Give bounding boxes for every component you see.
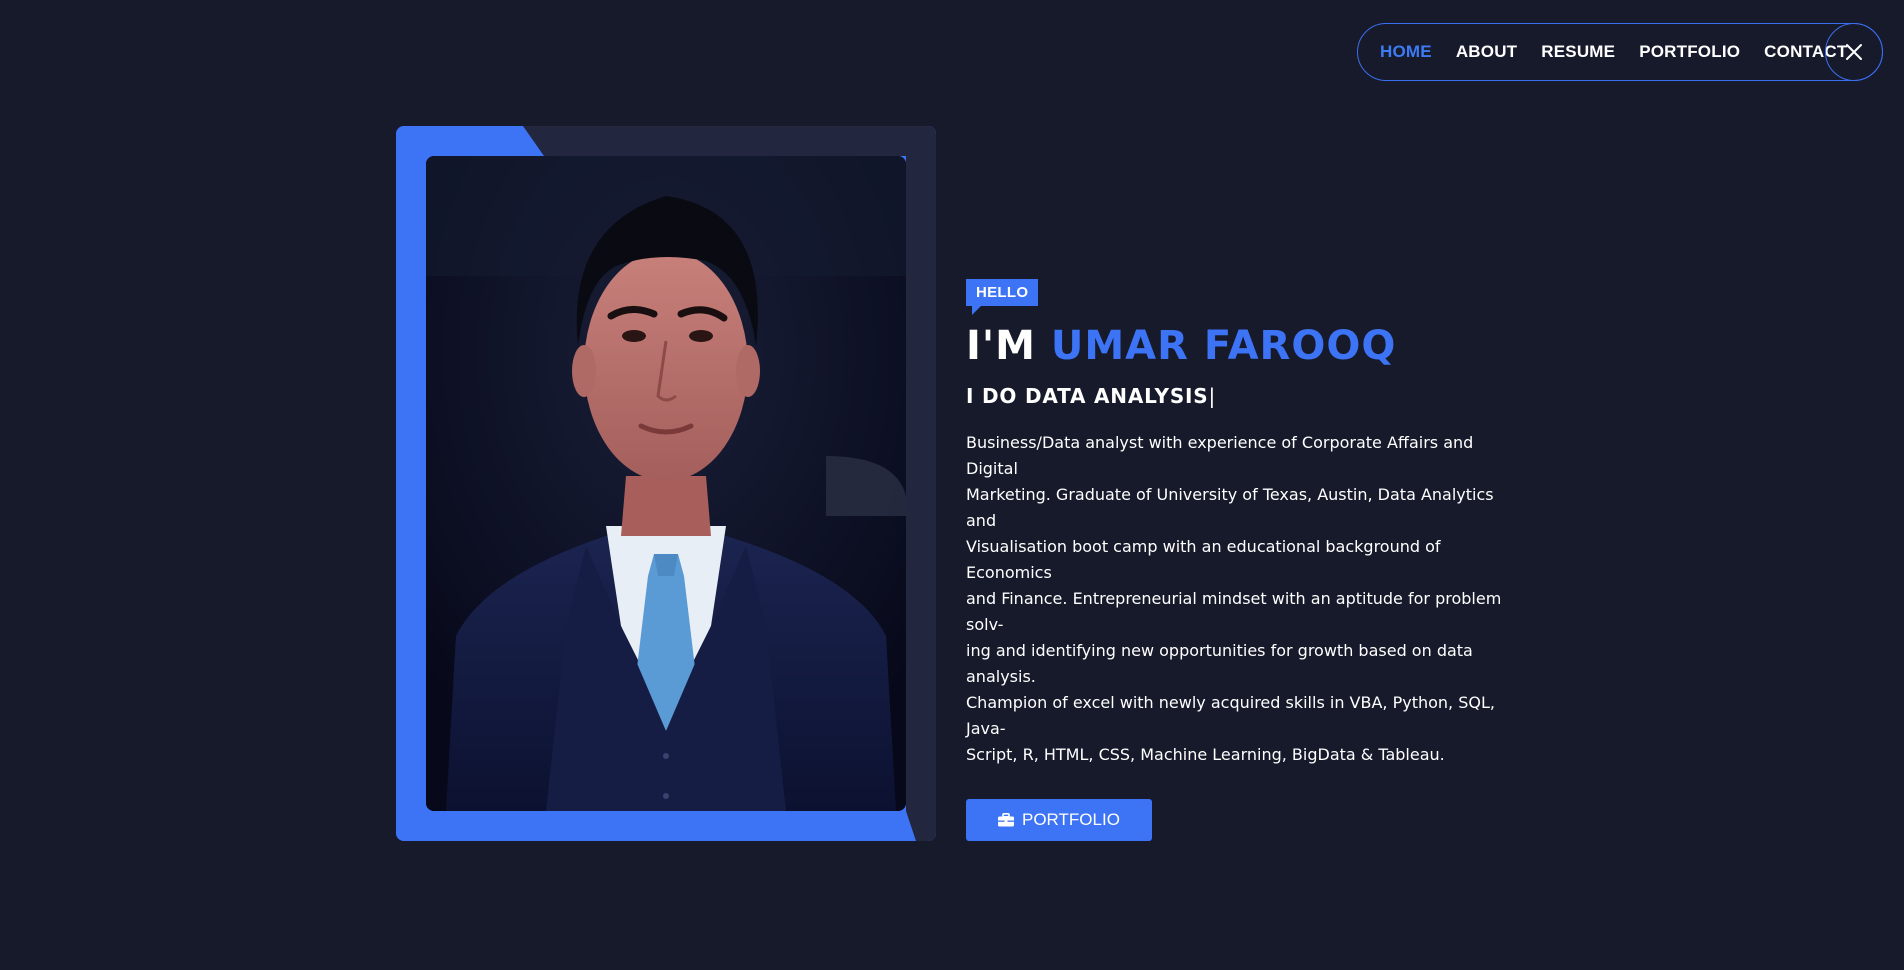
typing-caret: |	[1208, 384, 1217, 408]
bio-line: Champion of excel with newly acquired sk…	[966, 693, 1495, 738]
bio-line: and Finance. Entrepreneurial mindset wit…	[966, 589, 1502, 634]
close-icon	[1846, 43, 1862, 60]
portfolio-button-label: PORTFOLIO	[1022, 810, 1120, 829]
nav-item-resume[interactable]: RESUME	[1541, 42, 1615, 62]
hello-badge: HELLO	[966, 279, 1039, 315]
headline-prefix: I'M	[966, 323, 1051, 369]
bio-paragraph: Business/Data analyst with experience of…	[966, 430, 1511, 768]
nav-item-about[interactable]: ABOUT	[1456, 42, 1517, 62]
profile-photo-card	[396, 126, 936, 841]
bio-line: Visualisation boot camp with an educatio…	[966, 537, 1441, 582]
typed-text: I DO DATA ANALYSIS	[966, 384, 1209, 408]
bio-line: ing and identifying new opportunities fo…	[966, 641, 1473, 686]
bio-line: Business/Data analyst with experience of…	[966, 433, 1474, 478]
nav-menu: HOME ABOUT RESUME PORTFOLIO CONTACT	[1358, 24, 1871, 80]
nav-close-button[interactable]	[1825, 22, 1883, 81]
profile-photo	[426, 156, 906, 811]
nav-item-home[interactable]: HOME	[1380, 42, 1432, 62]
intro-section: HELLO I'M UMAR FAROOQ I DO DATA ANALYSIS…	[966, 279, 1511, 841]
headline: I'M UMAR FAROOQ	[966, 326, 1511, 366]
nav-item-portfolio[interactable]: PORTFOLIO	[1639, 42, 1740, 62]
typed-subtitle: I DO DATA ANALYSIS|	[966, 384, 1511, 408]
headline-name: UMAR FAROOQ	[1050, 323, 1397, 369]
top-navigation: HOME ABOUT RESUME PORTFOLIO CONTACT	[1357, 22, 1883, 81]
portfolio-button[interactable]: PORTFOLIO	[966, 799, 1152, 841]
bio-line: Marketing. Graduate of University of Tex…	[966, 485, 1494, 530]
briefcase-icon	[998, 813, 1014, 827]
bio-line: Script, R, HTML, CSS, Machine Learning, …	[966, 745, 1445, 764]
